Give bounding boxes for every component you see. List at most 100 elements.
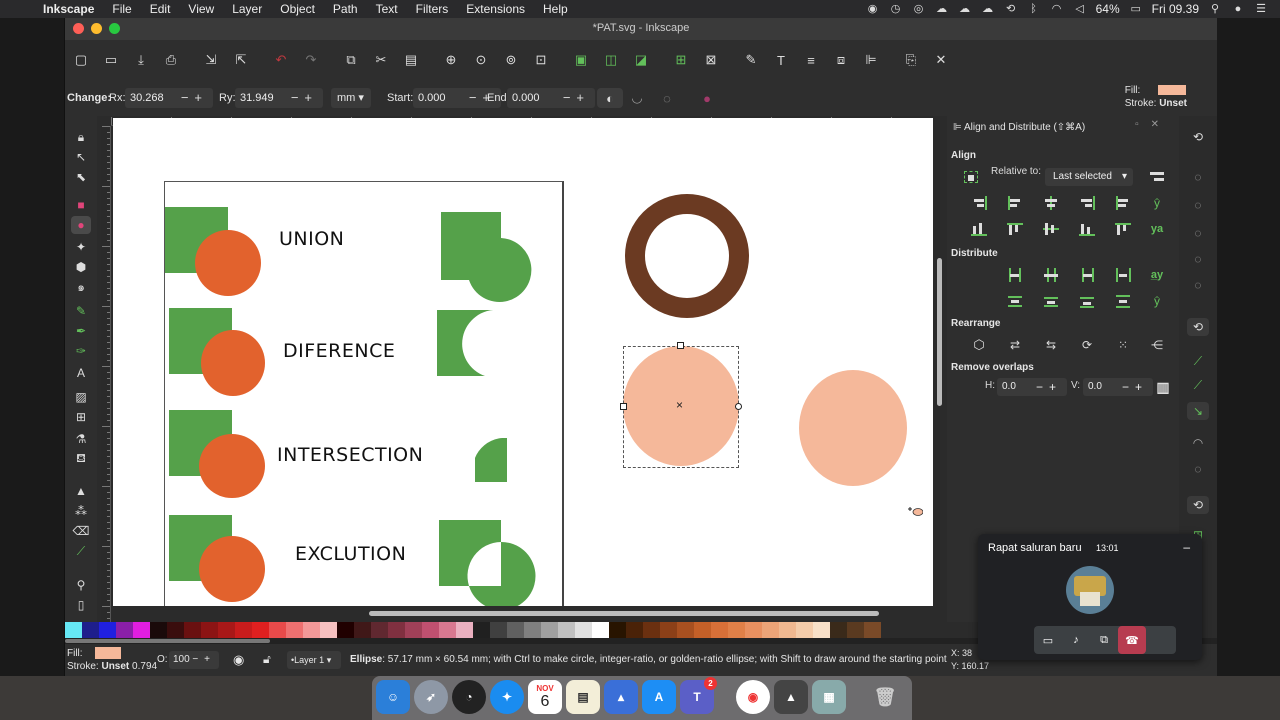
align-bottom-to-top-icon[interactable] bbox=[969, 220, 989, 238]
palette-swatch[interactable] bbox=[796, 622, 813, 638]
group-icon[interactable]: ⊞ bbox=[671, 50, 691, 70]
align-top-to-bottom-icon[interactable] bbox=[1113, 220, 1133, 238]
move-selection-icon[interactable] bbox=[1147, 168, 1167, 186]
import-icon[interactable]: ⇲ bbox=[201, 50, 221, 70]
unit-dropdown[interactable]: mm ▾ bbox=[331, 88, 371, 108]
opacity-stepper-icon[interactable]: −+ bbox=[192, 651, 216, 669]
minimize-icon[interactable]: – bbox=[1183, 540, 1190, 554]
palette-swatch[interactable] bbox=[286, 622, 303, 638]
zoom-width-icon[interactable]: ⊡ bbox=[531, 50, 551, 70]
palette-swatch[interactable] bbox=[184, 622, 201, 638]
union-result[interactable] bbox=[439, 212, 539, 302]
cut-icon[interactable]: ✂ bbox=[371, 50, 391, 70]
palette-swatch[interactable] bbox=[847, 622, 864, 638]
palette-swatch[interactable] bbox=[677, 622, 694, 638]
distribute-baseline-icon[interactable]: a̲y bbox=[1147, 266, 1167, 284]
duplicate-icon[interactable]: ▣ bbox=[571, 50, 591, 70]
palette-swatch[interactable] bbox=[150, 622, 167, 638]
palette-swatch[interactable] bbox=[116, 622, 133, 638]
pen-tool-icon[interactable]: ✒ bbox=[71, 322, 91, 340]
distribute-vertical-gaps-icon[interactable] bbox=[1113, 292, 1133, 310]
preferences-icon[interactable]: ✕ bbox=[931, 50, 951, 70]
zoom-tool-icon[interactable]: ⚲ bbox=[71, 576, 91, 594]
snap-midpoints-icon[interactable]: ◌ bbox=[1187, 250, 1209, 268]
inkscape-icon[interactable]: ▲ bbox=[774, 680, 808, 714]
user-avatar-icon[interactable]: ● bbox=[1231, 3, 1245, 15]
palette-swatch[interactable] bbox=[354, 622, 371, 638]
label-difference[interactable]: DIFERENCE bbox=[283, 340, 395, 362]
palette-swatch[interactable] bbox=[167, 622, 184, 638]
end-stepper-icon[interactable]: −+ bbox=[563, 90, 590, 105]
palette-swatch[interactable] bbox=[269, 622, 286, 638]
palette-swatch[interactable] bbox=[643, 622, 660, 638]
palette-swatch[interactable] bbox=[558, 622, 575, 638]
palette-swatch[interactable] bbox=[830, 622, 847, 638]
battery-percent[interactable]: 64% bbox=[1096, 2, 1120, 16]
palette-swatch[interactable] bbox=[728, 622, 745, 638]
align-left-icon[interactable] bbox=[1005, 194, 1025, 212]
text-tool-icon[interactable]: A bbox=[71, 364, 91, 382]
palette-swatch[interactable] bbox=[711, 622, 728, 638]
snap-midpoint-icon[interactable]: ◌ bbox=[1187, 460, 1209, 478]
menu-object[interactable]: Object bbox=[271, 2, 324, 16]
copy-icon[interactable]: ⧉ bbox=[341, 50, 361, 70]
distribute-middle-icon[interactable] bbox=[1041, 292, 1061, 310]
horizontal-scroll-thumb[interactable] bbox=[369, 611, 879, 616]
palette-swatch[interactable] bbox=[626, 622, 643, 638]
graph-layout-icon[interactable]: ⬡ bbox=[969, 336, 989, 354]
opacity-input[interactable]: 100 −+ bbox=[169, 651, 219, 669]
difference-result[interactable] bbox=[437, 310, 517, 390]
snap-bbox-icon[interactable]: ◌ bbox=[1187, 168, 1209, 186]
zoom-drawing-icon[interactable]: ⊙ bbox=[471, 50, 491, 70]
difference-circle[interactable] bbox=[201, 330, 265, 396]
rx-stepper-icon[interactable]: −+ bbox=[181, 90, 208, 105]
treat-as-group-icon[interactable] bbox=[961, 168, 981, 186]
calligraphy-tool-icon[interactable]: ✑ bbox=[71, 342, 91, 360]
palette-swatch[interactable] bbox=[133, 622, 150, 638]
time-machine-icon[interactable]: ⟲ bbox=[1004, 3, 1018, 15]
document-properties-icon[interactable]: ⎘ bbox=[901, 50, 921, 70]
palette-swatch[interactable] bbox=[405, 622, 422, 638]
3d-box-tool-icon[interactable]: ⬢ bbox=[71, 258, 91, 276]
menu-app[interactable]: Inkscape bbox=[34, 2, 103, 16]
distribute-gaps-icon[interactable] bbox=[1113, 266, 1133, 284]
menu-text[interactable]: Text bbox=[367, 2, 407, 16]
randomize-positions-icon[interactable]: ⁙ bbox=[1113, 336, 1133, 354]
snap-edges-icon[interactable]: ◌ bbox=[1187, 196, 1209, 214]
v-gap-input[interactable]: 0.0 −+ bbox=[1083, 378, 1153, 396]
spray-tool-icon[interactable]: ⁂ bbox=[71, 502, 91, 520]
unclump-icon[interactable]: ⋲ bbox=[1147, 336, 1167, 354]
layers-icon[interactable]: ≡ bbox=[801, 50, 821, 70]
ry-stepper-icon[interactable]: −+ bbox=[291, 90, 318, 105]
palette-swatch[interactable] bbox=[813, 622, 830, 638]
menu-edit[interactable]: Edit bbox=[141, 2, 180, 16]
distribute-text-baseline-icon[interactable]: ŷ bbox=[1147, 292, 1167, 310]
align-text-baseline-icon[interactable]: ŷ bbox=[1147, 194, 1167, 212]
arc-segment-icon[interactable]: ◡ bbox=[627, 88, 647, 108]
distribute-left-icon[interactable] bbox=[1005, 266, 1025, 284]
h-gap-stepper-icon[interactable]: −+ bbox=[1036, 378, 1062, 396]
palette-swatch[interactable] bbox=[65, 622, 82, 638]
panel-detach-icon[interactable]: ▫ bbox=[1135, 119, 1151, 130]
xml-editor-icon[interactable]: ⧈ bbox=[831, 50, 851, 70]
palette-swatch[interactable] bbox=[456, 622, 473, 638]
peach-ellipse[interactable] bbox=[799, 370, 907, 486]
distribute-center-icon[interactable] bbox=[1041, 266, 1061, 284]
paint-bucket-icon[interactable]: ⛾ bbox=[71, 450, 91, 468]
snap-nodes-icon[interactable]: ⟲ bbox=[1187, 318, 1209, 336]
cloud-icon[interactable]: ☁ bbox=[935, 3, 949, 15]
menu-help[interactable]: Help bbox=[534, 2, 577, 16]
exclusion-circle[interactable] bbox=[199, 536, 265, 602]
palette-swatch[interactable] bbox=[609, 622, 626, 638]
open-icon[interactable]: ▭ bbox=[101, 50, 121, 70]
teams-icon[interactable]: T2 bbox=[680, 677, 717, 714]
align-distribute-icon[interactable]: ⊫ bbox=[861, 50, 881, 70]
snap-cusp-icon[interactable]: ↘ bbox=[1187, 402, 1209, 420]
palette-swatch[interactable] bbox=[82, 622, 99, 638]
panel-close-icon[interactable]: ✕ bbox=[1151, 119, 1171, 130]
align-bottom-icon[interactable] bbox=[1077, 220, 1097, 238]
snap-corners-icon[interactable]: ◌ bbox=[1187, 224, 1209, 242]
paste-icon[interactable]: ▤ bbox=[401, 50, 421, 70]
align-center-horizontal-axis-icon[interactable] bbox=[1041, 220, 1061, 238]
canvas[interactable]: UNION DIFERENCE INTERSECTION EXCLUTION × bbox=[113, 118, 933, 606]
